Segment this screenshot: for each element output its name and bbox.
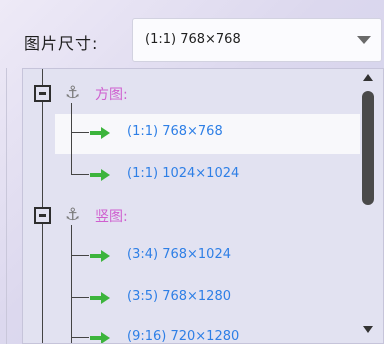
left-panel-edge — [0, 68, 7, 344]
vertical-scrollbar[interactable] — [360, 71, 376, 335]
green-arrow-icon — [90, 127, 110, 139]
image-size-select-value: (1:1) 768×768 — [145, 32, 241, 47]
tree-line — [71, 174, 89, 175]
tree-line — [71, 103, 72, 175]
tree-item-label: (9:16) 720×1280 — [127, 329, 240, 344]
collapse-minus-icon[interactable] — [34, 207, 51, 224]
image-size-label: 图片尺寸: — [24, 34, 99, 53]
group-label: 方图: — [95, 87, 128, 103]
tree-line — [71, 225, 72, 343]
image-size-select[interactable]: (1:1) 768×768 — [132, 18, 382, 62]
group-label: 竖图: — [95, 209, 128, 225]
tree-line — [71, 132, 89, 133]
anchor-icon: ⚓ — [65, 83, 81, 103]
tree-item-label: (1:1) 768×768 — [127, 124, 223, 139]
green-arrow-icon — [90, 169, 110, 181]
size-tree: ⚓ 方图: (1:1) 768×768 (1:1) 1024×1024 ⚓ 竖图… — [22, 68, 384, 344]
scroll-down-icon[interactable] — [363, 326, 373, 333]
green-arrow-icon — [90, 292, 110, 304]
tree-line — [71, 337, 89, 338]
collapse-minus-icon[interactable] — [34, 85, 51, 102]
tree-item-label: (3:4) 768×1024 — [127, 247, 231, 262]
green-arrow-icon — [90, 332, 110, 343]
tree-line — [71, 255, 89, 256]
tree-item-label: (3:5) 768×1280 — [127, 289, 231, 304]
scroll-thumb[interactable] — [362, 91, 374, 205]
tree-line — [71, 297, 89, 298]
tree-item-label: (1:1) 1024×1024 — [127, 166, 240, 181]
chevron-down-icon[interactable] — [357, 36, 371, 44]
scroll-up-icon[interactable] — [363, 74, 373, 81]
anchor-icon: ⚓ — [65, 205, 81, 225]
green-arrow-icon — [90, 250, 110, 262]
